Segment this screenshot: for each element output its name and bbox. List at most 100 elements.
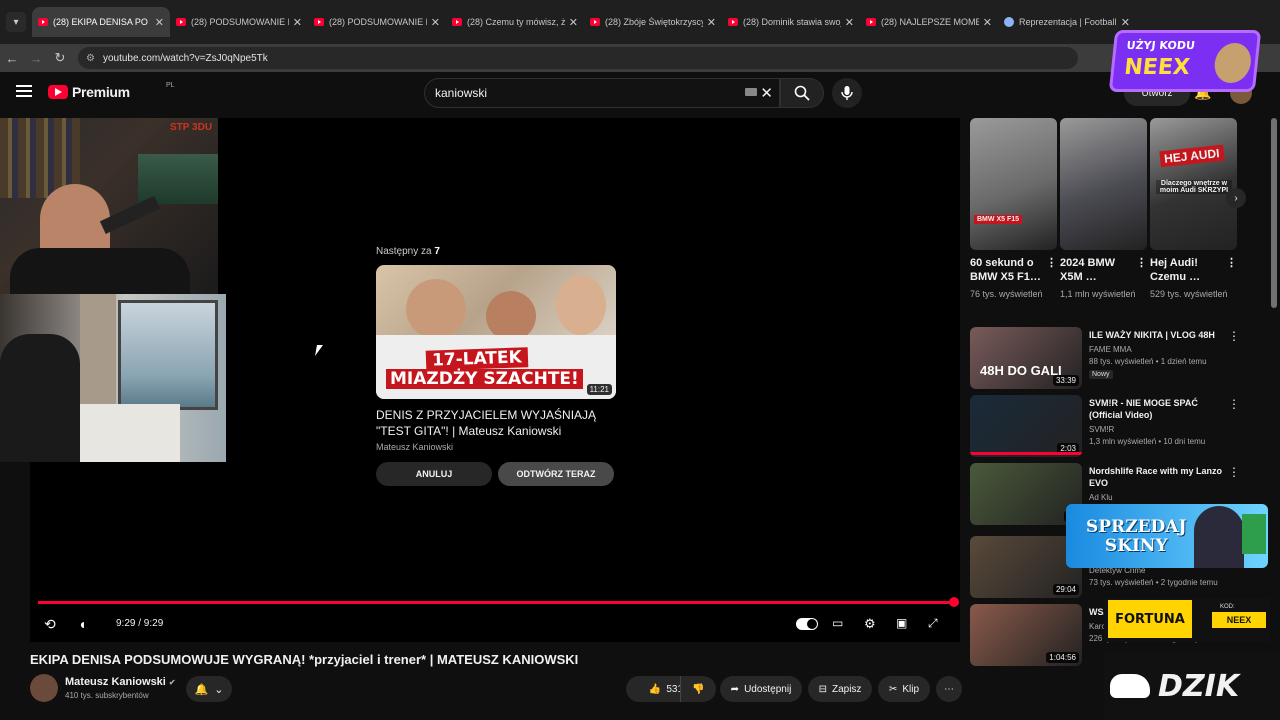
subtitles-icon[interactable]: ▭ — [832, 616, 843, 630]
voice-search-button[interactable] — [832, 78, 862, 108]
next-video-duration: 11:21 — [586, 384, 612, 395]
close-tab-icon[interactable]: ✕ — [1121, 16, 1130, 29]
short-tag: HEJ AUDI — [1159, 144, 1225, 168]
boar-icon — [1110, 674, 1150, 698]
short-thumbnail[interactable] — [1060, 118, 1147, 250]
forward-button[interactable]: → — [24, 51, 48, 66]
more-actions-button[interactable]: ⋯ — [936, 676, 962, 702]
browser-tab[interactable]: (28) EKIPA DENISA PO ✕ — [32, 7, 170, 37]
logo-text: Premium — [72, 84, 130, 100]
more-vert-icon[interactable]: ⋮ — [1226, 256, 1237, 270]
save-button[interactable]: ⊟ Zapisz — [808, 676, 872, 702]
browser-tab[interactable]: (28) Dominik stawia swoje ✕ — [722, 7, 860, 37]
short-views: 529 tys. wyświetleń — [1150, 289, 1228, 299]
close-tab-icon[interactable]: ✕ — [983, 16, 992, 29]
video-duration: 1:04:56 — [1046, 652, 1079, 663]
close-tab-icon[interactable]: ✕ — [155, 16, 164, 29]
short-views: 1,1 mln wyświetleń — [1060, 289, 1136, 299]
cancel-autoplay-button[interactable]: ANULUJ — [376, 462, 492, 486]
thumbs-down-icon: 👎 — [692, 683, 705, 695]
video-channel: Ad Klu — [1089, 493, 1113, 502]
more-vert-icon[interactable]: ⋮ — [1228, 465, 1240, 479]
short-title: 2024 BMW X5M … — [1060, 257, 1116, 283]
clear-search-icon[interactable]: ✕ — [760, 84, 773, 102]
video-thumbnail[interactable]: 48H DO GALI 33:39 — [970, 327, 1082, 389]
short-thumbnail[interactable]: HEJ AUDI Dlaczego wnętrze w moim Audi SKR… — [1150, 118, 1237, 250]
search-button[interactable] — [780, 78, 824, 108]
play-now-button[interactable]: ODTWÓRZ TERAZ — [498, 462, 614, 486]
more-vert-icon[interactable]: ⋮ — [1046, 256, 1057, 270]
mascot-image — [1212, 43, 1253, 83]
bell-icon: 🔔 — [194, 683, 209, 696]
close-tab-icon[interactable]: ✕ — [569, 16, 578, 29]
youtube-favicon-icon — [590, 18, 600, 26]
tab-title: (28) Zbóje Świętokrzyscy — [605, 17, 703, 27]
thumb-text-1: 17-LATEK — [425, 347, 529, 371]
browser-tab[interactable]: (28) NAJLEPSZE MOMENT ✕ — [860, 7, 998, 37]
browser-tab[interactable]: (28) Zbóje Świętokrzyscy ✕ — [584, 7, 722, 37]
tab-title: (28) EKIPA DENISA PO — [53, 17, 148, 27]
address-field[interactable]: ⚙ youtube.com/watch?v=ZsJ0qNpe5Tk — [78, 47, 1078, 69]
search-input[interactable]: kaniowski ✕ — [424, 78, 780, 108]
short-card[interactable]: 2024 BMW X5M … ⋮ 1,1 mln wyświetleń — [1060, 118, 1147, 301]
youtube-header: Premium PL kaniowski ✕ Utwórz 🔔 — [0, 72, 1280, 116]
channel-name[interactable]: Mateusz Kaniowski ✔ — [65, 676, 176, 688]
volume-icon[interactable]: ◖ — [78, 616, 86, 632]
replay-icon[interactable]: ⟲ — [44, 616, 56, 633]
related-video[interactable]: 48H DO GALI 33:39 ILE WAŻY NIKITA | VLOG 4… — [970, 327, 1250, 391]
related-video[interactable]: 2:03 SVM!R - NIE MOGE SPAĆ (Official Vide… — [970, 395, 1250, 459]
short-thumbnail[interactable]: BMW X5 F15 — [970, 118, 1057, 250]
back-button[interactable]: ← — [0, 51, 24, 66]
next-video-thumbnail[interactable]: 17-LATEK MIAZDŻY SZACHTE! 11:21 — [376, 265, 616, 399]
close-tab-icon[interactable]: ✕ — [293, 16, 302, 29]
video-thumbnail[interactable]: 1:04:56 — [970, 604, 1082, 666]
channel-avatar[interactable] — [30, 674, 58, 702]
sell-skins-overlay: SPRZEDAJ SKINY — [1066, 504, 1268, 568]
keyboard-icon[interactable] — [745, 88, 757, 96]
more-icon: ⋯ — [944, 683, 954, 695]
more-vert-icon[interactable]: ⋮ — [1228, 397, 1240, 411]
next-video-title[interactable]: DENIS Z PRZYJACIELEM WYJAŚNIAJĄ "TEST GI… — [376, 407, 616, 439]
browser-tab[interactable]: (28) PODSUMOWANIE FA ✕ — [170, 7, 308, 37]
tab-search-button[interactable]: ▾ — [6, 12, 26, 32]
subscription-bell-button[interactable]: 🔔 ⌄ — [186, 676, 232, 702]
browser-tab[interactable]: (28) Czemu ty mówisz, że ✕ — [446, 7, 584, 37]
short-card[interactable]: BMW X5 F15 60 sekund o BMW X5 F1… ⋮ 76 tys.… — [970, 118, 1057, 301]
close-tab-icon[interactable]: ✕ — [431, 16, 440, 29]
dislike-button[interactable]: 👎 — [680, 676, 716, 702]
fortuna-overlay: FORTUNA KOD: NEEX — [1104, 598, 1270, 642]
dzik-logo-overlay: DZIK — [1104, 652, 1280, 720]
clip-button[interactable]: ✂ Klip — [878, 676, 930, 702]
video-thumbnail[interactable]: 2:03 — [970, 395, 1082, 457]
scrubber-handle[interactable] — [949, 597, 959, 607]
globe-icon — [1004, 17, 1014, 27]
video-title: EKIPA DENISA PODSUMOWUJE WYGRANĄ! *przyj… — [30, 652, 579, 667]
time-display: 9:29 / 9:29 — [116, 618, 164, 629]
close-tab-icon[interactable]: ✕ — [707, 16, 716, 29]
more-vert-icon[interactable]: ⋮ — [1228, 329, 1240, 343]
youtube-favicon-icon — [728, 18, 738, 26]
progress-bar[interactable] — [38, 601, 954, 604]
more-vert-icon[interactable]: ⋮ — [1136, 256, 1147, 270]
close-tab-icon[interactable]: ✕ — [845, 16, 854, 29]
recommendations-sidebar: BMW X5 F15 60 sekund o BMW X5 F1… ⋮ 76 tys.… — [970, 118, 1250, 666]
fullscreen-icon[interactable]: ⤢ — [928, 616, 938, 631]
share-icon: ➦ — [730, 683, 740, 695]
short-tag: BMW X5 F15 — [974, 215, 1023, 224]
site-info-icon[interactable]: ⚙ — [86, 53, 95, 64]
chevron-right-icon[interactable]: › — [1226, 188, 1246, 208]
video-meta: 88 tys. wyświetleń • 1 dzień temu — [1089, 357, 1207, 366]
page-scrollbar[interactable] — [1271, 118, 1277, 308]
share-button[interactable]: ➦ Udostępnij — [720, 676, 802, 702]
youtube-logo[interactable]: Premium PL — [48, 82, 175, 100]
settings-gear-icon[interactable]: ⚙ — [864, 616, 876, 632]
chevron-down-icon: ⌄ — [214, 683, 224, 696]
miniplayer-icon[interactable]: ▣ — [896, 616, 907, 630]
short-card[interactable]: HEJ AUDI Dlaczego wnętrze w moim Audi SKR… — [1150, 118, 1237, 301]
tab-title: (28) PODSUMOWANIE FA — [329, 17, 427, 27]
menu-icon[interactable] — [16, 85, 32, 97]
autoplay-end-screen: Następny za 7 17-LATEK MIAZDŻY SZACHTE! … — [376, 246, 616, 486]
autoplay-toggle[interactable] — [796, 618, 818, 630]
reload-button[interactable]: ↻ — [48, 50, 72, 66]
browser-tab[interactable]: (28) PODSUMOWANIE FA ✕ — [308, 7, 446, 37]
